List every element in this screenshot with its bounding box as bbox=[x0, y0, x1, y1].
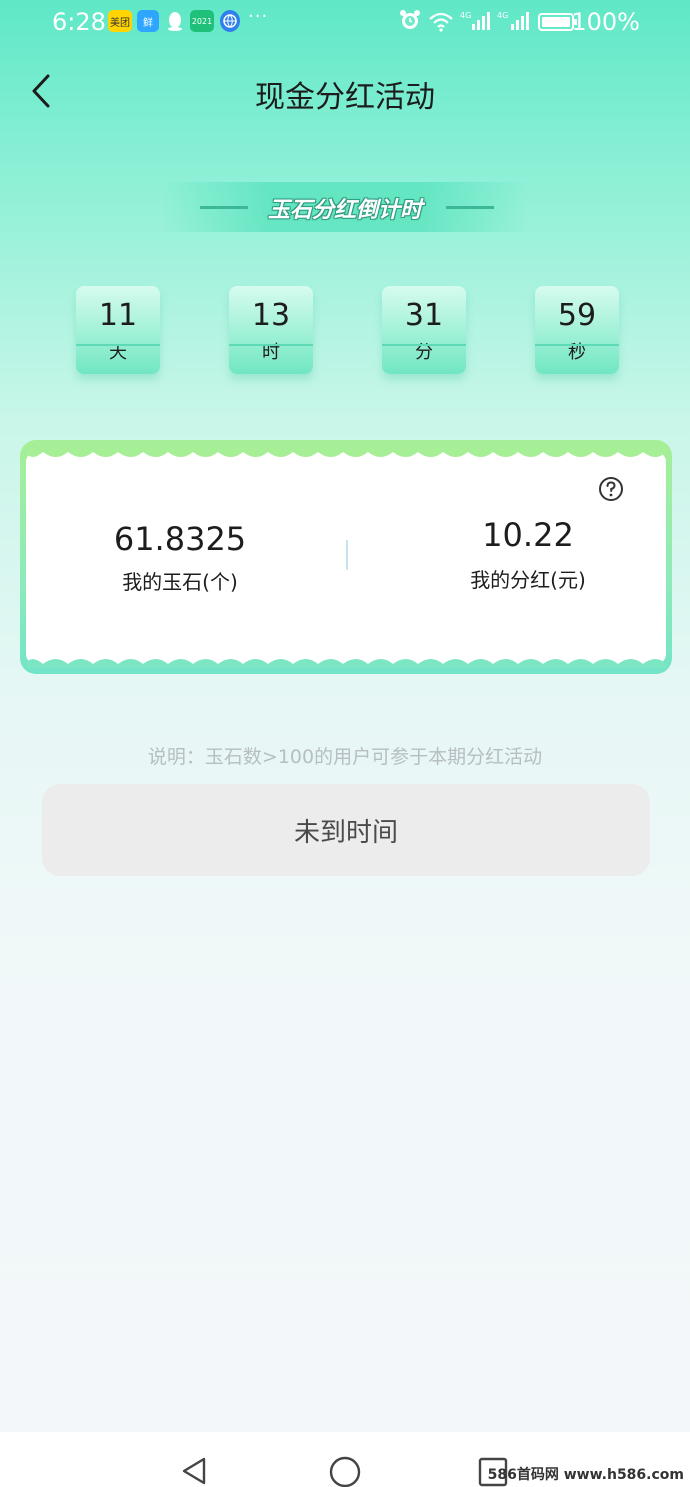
nav-home-icon[interactable] bbox=[328, 1455, 362, 1487]
watermark-text: 586首码网 www.h586.com bbox=[487, 1467, 684, 1483]
countdown-seconds-value: 59 bbox=[557, 298, 597, 333]
countdown-days: 11 天 bbox=[76, 286, 160, 374]
more-notifications-icon: ··· bbox=[248, 6, 269, 27]
signal-4g-icon: 4G bbox=[460, 11, 490, 30]
dividend-value: 10.22 bbox=[482, 516, 574, 554]
qq-icon bbox=[166, 10, 184, 32]
help-question-icon[interactable] bbox=[598, 476, 624, 502]
countdown-seconds: 59 秒 bbox=[535, 286, 619, 374]
dividend-label: 我的分红(元) bbox=[470, 568, 586, 592]
countdown-days-value: 11 bbox=[98, 298, 138, 333]
alarm-icon bbox=[400, 10, 420, 29]
countdown-title: 玉石分红倒计时 bbox=[267, 198, 422, 223]
svg-text:4G: 4G bbox=[460, 11, 471, 20]
countdown-days-unit: 天 bbox=[109, 342, 127, 363]
app-2021-icon: 2021 bbox=[190, 10, 214, 32]
claim-dividend-button[interactable]: 未到时间 bbox=[42, 784, 650, 876]
xian-app-icon: 鲜 bbox=[137, 10, 159, 32]
page-title: 现金分红活动 bbox=[255, 80, 435, 115]
countdown-hours: 13 时 bbox=[229, 286, 313, 374]
browser-icon bbox=[220, 10, 240, 32]
status-bar: 6:28 美团 鲜 2021 ··· 4G 4G 100% bbox=[0, 0, 690, 44]
scallop-top-decoration bbox=[26, 448, 666, 457]
countdown-seconds-unit: 秒 bbox=[568, 342, 586, 363]
stats-divider bbox=[346, 540, 348, 570]
jade-count-label: 我的玉石(个) bbox=[122, 570, 238, 594]
signal-4g-icon-2: 4G bbox=[497, 11, 529, 30]
meituan-icon: 美团 bbox=[108, 10, 132, 32]
countdown-minutes-unit: 分 bbox=[415, 342, 433, 363]
countdown-minutes-value: 31 bbox=[404, 298, 444, 333]
countdown-minutes: 31 分 bbox=[382, 286, 466, 374]
nav-back-icon[interactable] bbox=[178, 1455, 210, 1487]
battery-percentage: 100% bbox=[571, 8, 640, 36]
countdown-hours-value: 13 bbox=[251, 298, 291, 333]
scallop-bottom-decoration bbox=[26, 659, 666, 668]
countdown-hours-unit: 时 bbox=[262, 342, 280, 363]
wifi-icon bbox=[429, 12, 453, 32]
eligibility-note: 说明：玉石数>100的用户可参于本期分红活动 bbox=[147, 746, 543, 768]
svg-text:4G: 4G bbox=[497, 11, 508, 20]
status-time: 6:28 bbox=[52, 8, 106, 36]
jade-count-value: 61.8325 bbox=[113, 520, 247, 558]
